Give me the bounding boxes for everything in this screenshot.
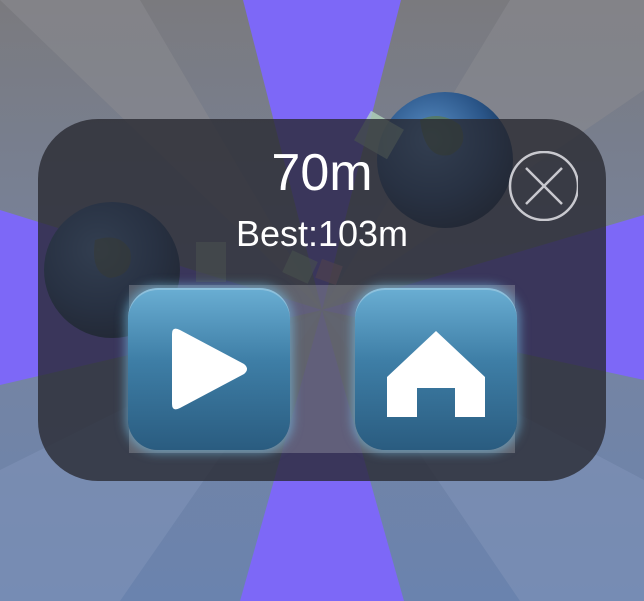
home-icon [387,331,485,417]
home-button[interactable] [355,288,517,450]
play-again-button[interactable] [128,288,290,450]
play-icon [172,328,247,410]
close-circle-icon [508,150,580,222]
close-button[interactable] [508,150,580,222]
